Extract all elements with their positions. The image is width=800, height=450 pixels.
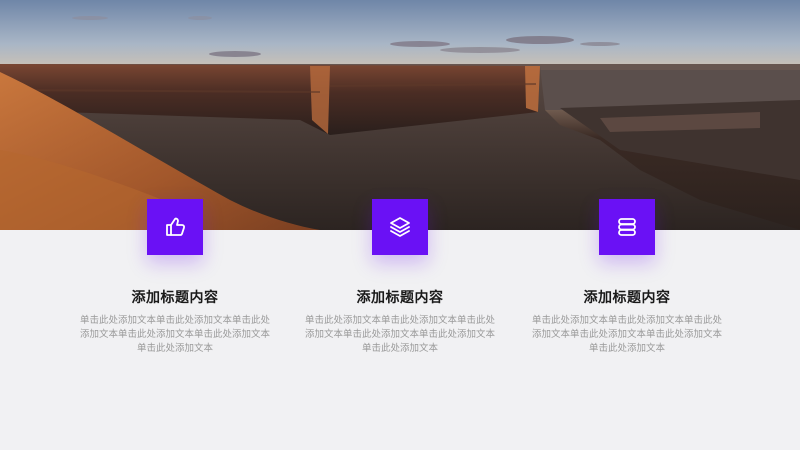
feature-icon-box [599, 199, 655, 255]
feature-title: 添加标题内容 [131, 290, 219, 306]
feature-description: 单击此处添加文本单击此处添加文本单击此处添加文本单击此处添加文本单击此处添加文本… [531, 315, 722, 354]
coin-stack-icon [618, 218, 636, 236]
slide: 添加标题内容 单击此处添加文本单击此处添加文本单击此处添加文本单击此处添加文本单… [0, 0, 800, 450]
feature-icon-box [372, 199, 428, 255]
hero-image [0, 0, 800, 230]
feature-title: 添加标题内容 [583, 290, 671, 306]
feature-icon-box [147, 199, 203, 255]
feature-title: 添加标题内容 [356, 290, 444, 306]
layers-icon [390, 217, 410, 237]
feature-description: 单击此处添加文本单击此处添加文本单击此处添加文本单击此处添加文本单击此处添加文本… [304, 315, 495, 354]
feature-card: 添加标题内容 单击此处添加文本单击此处添加文本单击此处添加文本单击此处添加文本单… [60, 199, 290, 356]
feature-card: 添加标题内容 单击此处添加文本单击此处添加文本单击此处添加文本单击此处添加文本单… [285, 199, 515, 356]
thumbs-up-icon [166, 217, 186, 236]
feature-card: 添加标题内容 单击此处添加文本单击此处添加文本单击此处添加文本单击此处添加文本单… [512, 199, 742, 356]
feature-description: 单击此处添加文本单击此处添加文本单击此处添加文本单击此处添加文本单击此处添加文本… [79, 315, 270, 354]
canyon-landscape-photo [0, 0, 800, 230]
